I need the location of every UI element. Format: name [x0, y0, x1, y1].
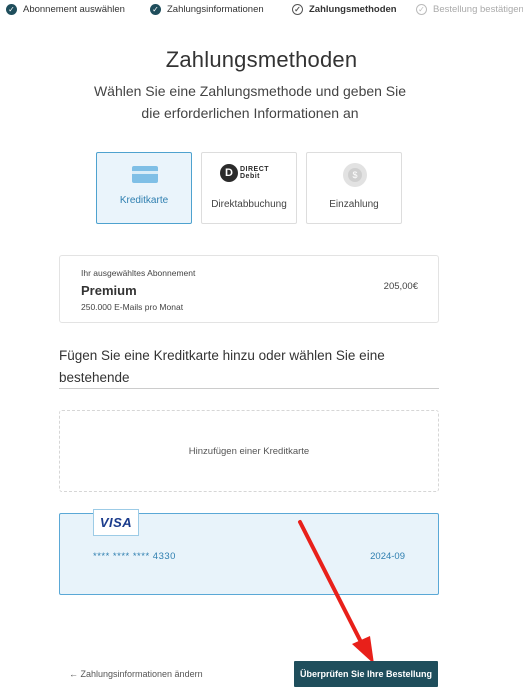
add-card-label: Hinzufügen einer Kreditkarte: [188, 445, 310, 457]
step-payment-info[interactable]: ✓ Zahlungsinformationen: [150, 4, 264, 15]
step-select-subscription[interactable]: ✓ Abonnement auswählen: [6, 4, 125, 15]
back-to-payment-info-link[interactable]: ← Zahlungsinformationen ändern: [69, 669, 203, 679]
check-circle-outline-icon: ✓: [416, 4, 427, 15]
subscription-summary: Ihr ausgewähltes Abonnement Premium 250.…: [59, 255, 439, 323]
payment-method-label: Kreditkarte: [119, 195, 169, 206]
visa-logo-icon: VISA: [93, 509, 139, 536]
subscription-price: 205,00€: [383, 281, 418, 292]
step-label: Zahlungsmethoden: [309, 4, 397, 15]
direct-debit-icon: D DIRECT Debit: [220, 163, 280, 183]
saved-credit-card[interactable]: VISA **** **** **** 4330 2024-09: [59, 509, 439, 595]
add-credit-card-button[interactable]: Hinzufügen einer Kreditkarte: [59, 410, 439, 492]
payment-method-label: Direktabbuchung: [211, 199, 287, 210]
card-section-heading: Fügen Sie eine Kreditkarte hinzu oder wä…: [59, 348, 385, 385]
subscription-plan: Premium: [81, 283, 137, 298]
subscription-description: 250.000 E-Mails pro Monat: [81, 302, 184, 312]
divider: [59, 388, 439, 389]
step-label: Abonnement auswählen: [23, 4, 125, 15]
step-confirm-order: ✓ Bestellung bestätigen: [416, 4, 523, 15]
payment-method-deposit[interactable]: $ Einzahlung: [306, 152, 402, 224]
payment-method-direct-debit[interactable]: D DIRECT Debit Direktabbuchung: [201, 152, 297, 224]
annotation-arrow-icon: [298, 520, 374, 664]
credit-card-icon: [132, 166, 158, 183]
step-label: Bestellung bestätigen: [433, 4, 523, 15]
review-order-button[interactable]: Überprüfen Sie Ihre Bestellung: [294, 661, 438, 687]
payment-method-label: Einzahlung: [329, 199, 379, 210]
check-circle-outline-icon: ✓: [292, 4, 303, 15]
coin-icon: $: [343, 163, 367, 187]
card-number: **** **** **** 4330: [93, 551, 176, 562]
step-label: Zahlungsinformationen: [167, 4, 264, 15]
check-circle-icon: ✓: [150, 4, 161, 15]
subscription-pre-label: Ihr ausgewähltes Abonnement: [81, 268, 196, 278]
check-circle-icon: ✓: [6, 4, 17, 15]
page-title: Zahlungsmethoden: [165, 47, 358, 72]
step-payment-methods: ✓ Zahlungsmethoden: [292, 4, 397, 15]
progress-stepper: ✓ Abonnement auswählen ✓ Zahlungsinforma…: [0, 0, 523, 24]
page-subtitle: Wählen Sie eine Zahlungsmethode und gebe…: [93, 83, 407, 121]
payment-method-credit-card[interactable]: Kreditkarte: [96, 152, 192, 224]
